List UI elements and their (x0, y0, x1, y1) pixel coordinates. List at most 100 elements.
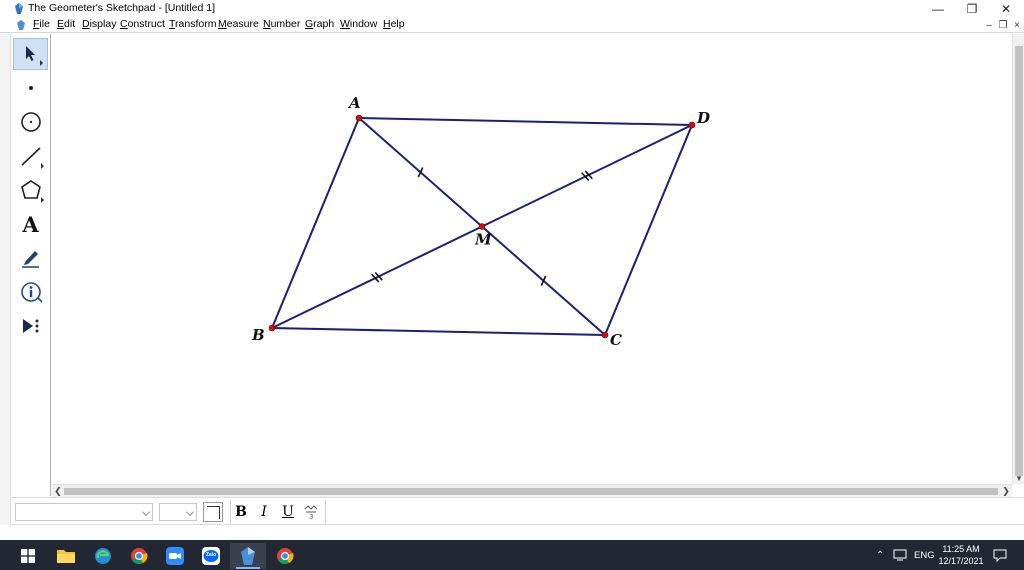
chrome-icon (131, 548, 148, 565)
menu-edit[interactable]: Edit (57, 18, 75, 30)
menu-file[interactable]: File (33, 18, 50, 30)
custom-tools-icon (22, 319, 38, 333)
start-button[interactable] (10, 543, 46, 569)
segment-ba[interactable] (271, 117, 360, 329)
chevron-down-icon (141, 507, 151, 517)
circle-icon (20, 112, 41, 132)
left-gutter (0, 34, 11, 540)
sketch-drawing[interactable]: A B C D M (52, 34, 1012, 484)
menu-number[interactable]: Number (263, 18, 300, 30)
menu-window[interactable]: Window (340, 18, 377, 30)
point-d[interactable] (688, 121, 696, 129)
segment-icon (20, 147, 41, 166)
notification-button[interactable] (993, 540, 1007, 570)
chrome-icon (277, 548, 294, 565)
menu-bar: File Edit Display Construct Transform Me… (0, 17, 1024, 33)
menu-transform[interactable]: Transform (169, 18, 216, 30)
window-title: The Geometer's Sketchpad - [Untitled 1] (28, 2, 216, 14)
doc-minimize-button[interactable]: – (982, 18, 996, 32)
point-c[interactable] (601, 331, 609, 339)
taskbar-clock[interactable]: 11:25 AM 12/17/2021 (938, 543, 984, 567)
point-a[interactable] (355, 114, 363, 122)
point-tool[interactable] (13, 72, 48, 104)
menu-help[interactable]: Help (383, 18, 405, 30)
notification-icon (993, 549, 1007, 562)
sketch-canvas[interactable]: A B C D M (52, 34, 1012, 484)
tray-overflow-chevron[interactable]: ⌃ (876, 540, 884, 570)
underline-button[interactable]: U (278, 503, 298, 521)
scroll-down-icon[interactable]: ▼ (1013, 472, 1024, 484)
submenu-arrow-icon (41, 197, 44, 203)
taskbar-zoom[interactable] (157, 543, 193, 569)
vertical-scroll-thumb[interactable] (1015, 46, 1023, 476)
info-icon (20, 282, 43, 303)
point-icon (28, 86, 33, 90)
arrow-cursor-icon (25, 46, 35, 61)
minimize-button[interactable]: — (921, 0, 955, 17)
marker-pen-icon (21, 251, 39, 268)
tray-display-button[interactable] (893, 540, 907, 570)
restore-button[interactable]: ❐ (955, 0, 989, 17)
display-icon (893, 549, 907, 561)
toolbar-separator (325, 501, 326, 523)
marker-tool[interactable] (13, 242, 48, 274)
segment-cb[interactable] (271, 327, 606, 336)
tray-language[interactable]: ENG (914, 540, 935, 570)
custom-tools[interactable] (13, 310, 48, 342)
compass-tool[interactable] (13, 106, 48, 138)
text-tool[interactable]: A (13, 208, 48, 240)
file-explorer-icon (57, 550, 75, 563)
taskbar-zalo[interactable]: Zalo (193, 543, 229, 569)
math-format-button[interactable]: 3 (301, 503, 321, 521)
sketchpad-app-icon (15, 3, 23, 14)
tick-mark-mc[interactable] (540, 275, 547, 286)
straightedge-tool[interactable] (13, 140, 48, 172)
bold-button[interactable]: B (231, 503, 251, 521)
point-b[interactable] (268, 324, 276, 332)
taskbar-edge[interactable] (85, 543, 121, 569)
tick-mark-am[interactable] (417, 167, 424, 178)
vertical-scrollbar[interactable]: ▼ (1012, 34, 1024, 484)
menu-construct[interactable]: Construct (120, 18, 165, 30)
italic-button[interactable]: I (254, 503, 274, 521)
information-tool[interactable] (13, 276, 48, 308)
text-color-swatch[interactable] (203, 502, 223, 522)
chevron-up-icon: ⌃ (876, 549, 885, 561)
taskbar-chrome[interactable] (121, 543, 157, 569)
zalo-label: Zalo (205, 552, 217, 558)
title-bar: The Geometer's Sketchpad - [Untitled 1] … (0, 0, 1024, 17)
submenu-arrow-icon (40, 60, 43, 66)
document-icon[interactable] (16, 20, 26, 30)
point-label-b[interactable]: B (251, 326, 265, 344)
doc-restore-button[interactable]: ❐ (996, 18, 1010, 32)
close-button[interactable]: ✕ (989, 0, 1023, 17)
menu-graph[interactable]: Graph (305, 18, 334, 30)
taskbar-file-explorer[interactable] (48, 543, 84, 569)
horizontal-scroll-thumb[interactable] (64, 488, 998, 495)
point-label-d[interactable]: D (696, 109, 710, 127)
font-family-select[interactable] (15, 503, 153, 521)
doc-close-button[interactable]: × (1010, 18, 1024, 32)
text-a-icon: A (22, 211, 39, 237)
windows-taskbar: Zalo ⌃ ENG 11:25 AM 12/17/2021 (0, 540, 1024, 570)
chevron-down-icon (185, 507, 195, 517)
segment-dc[interactable] (604, 124, 693, 336)
font-size-select[interactable] (159, 503, 197, 521)
svg-text:3: 3 (309, 513, 313, 520)
clock-time: 11:25 AM (942, 544, 980, 554)
text-format-bar: B I U 3 (11, 497, 1024, 525)
horizontal-scrollbar[interactable]: ❮ ❯ (52, 484, 1012, 497)
point-label-c[interactable]: C (610, 331, 622, 349)
taskbar-sketchpad[interactable] (230, 543, 266, 569)
segment-ad[interactable] (358, 117, 693, 126)
clock-date: 12/17/2021 (938, 556, 984, 566)
menu-display[interactable]: Display (82, 18, 116, 30)
arrow-select-tool[interactable] (13, 38, 48, 70)
taskbar-chrome-2[interactable] (267, 543, 303, 569)
math-format-icon: 3 (304, 505, 318, 520)
polygon-tool[interactable] (13, 174, 48, 206)
point-label-a[interactable]: A (347, 94, 361, 112)
point-m[interactable] (478, 223, 486, 230)
point-label-m[interactable]: M (474, 231, 492, 249)
menu-measure[interactable]: Measure (218, 18, 259, 30)
